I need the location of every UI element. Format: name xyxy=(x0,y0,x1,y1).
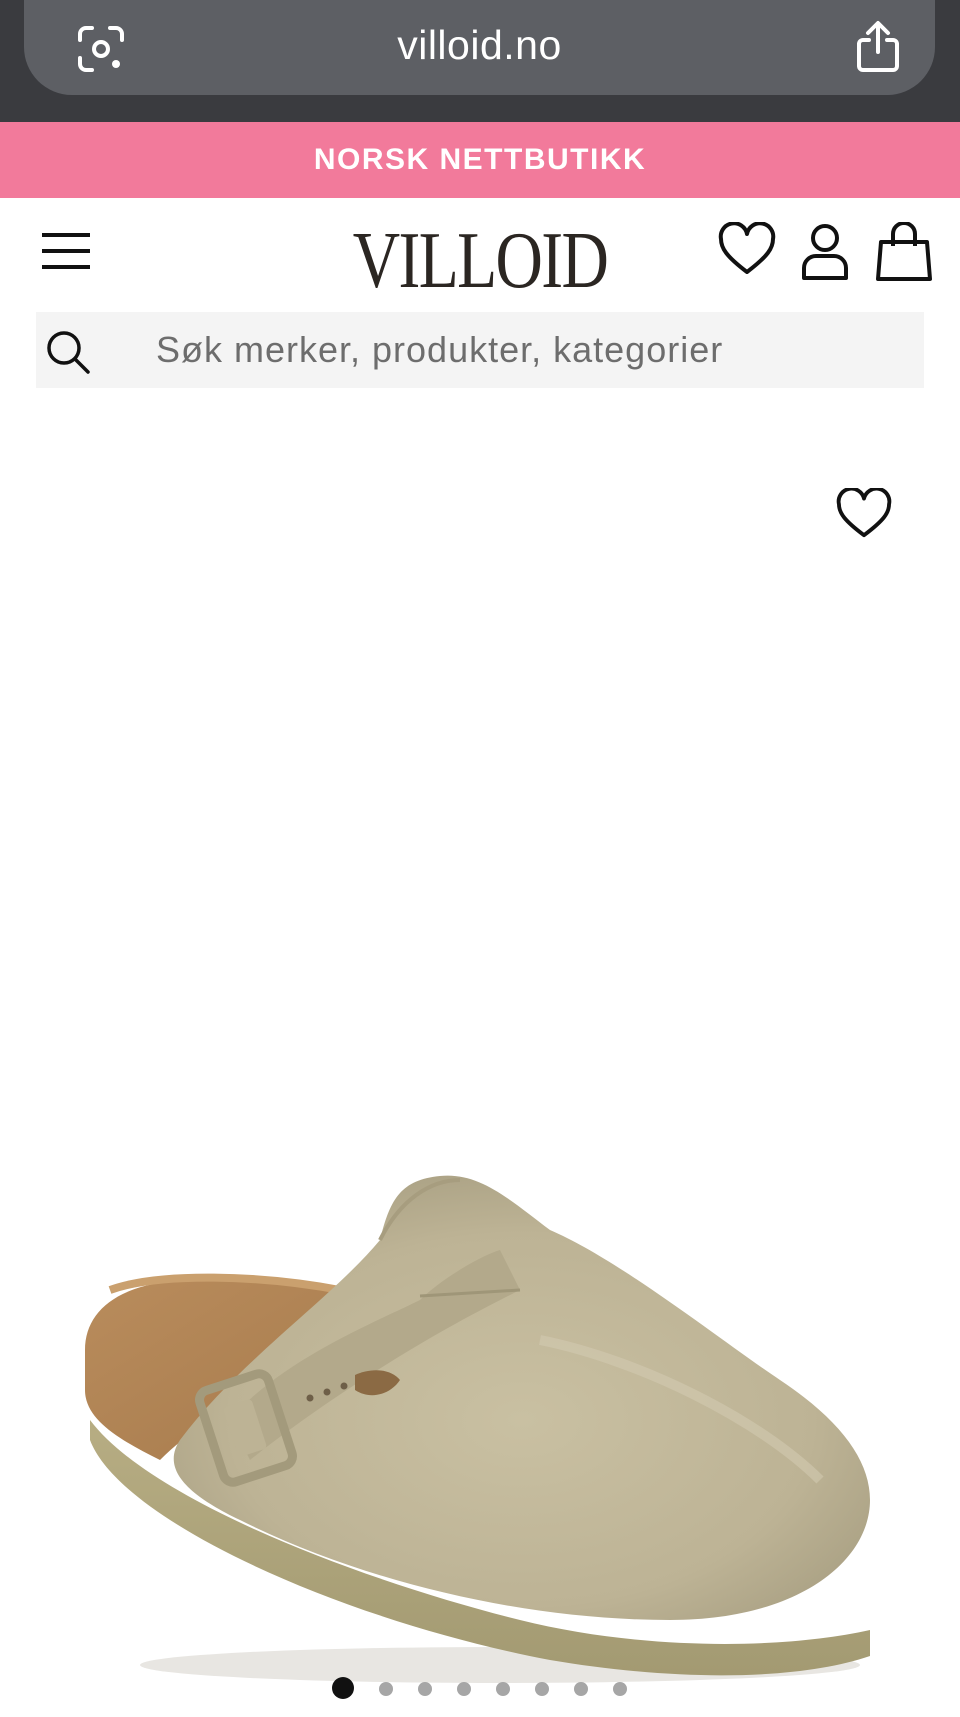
product-gallery[interactable] xyxy=(0,400,960,1683)
url-domain[interactable]: villoid.no xyxy=(24,22,935,69)
search-icon[interactable] xyxy=(44,328,92,376)
carousel-dot[interactable] xyxy=(535,1682,549,1696)
carousel-dot[interactable] xyxy=(496,1682,510,1696)
hamburger-icon[interactable] xyxy=(42,230,92,272)
browser-toolbar: villoid.no xyxy=(0,0,960,122)
carousel-dot[interactable] xyxy=(613,1682,627,1696)
address-bar[interactable]: villoid.no xyxy=(24,0,935,95)
share-icon[interactable] xyxy=(853,20,903,74)
carousel-dot[interactable] xyxy=(457,1682,471,1696)
carousel-dot[interactable] xyxy=(574,1682,588,1696)
user-icon[interactable] xyxy=(800,222,850,282)
carousel-dot[interactable] xyxy=(418,1682,432,1696)
search-input[interactable] xyxy=(120,312,910,388)
carousel-pagination xyxy=(0,1676,960,1700)
site-header: VILLOID xyxy=(0,198,960,308)
carousel-dot[interactable] xyxy=(379,1682,393,1696)
shopping-bag-icon[interactable] xyxy=(876,222,932,282)
carousel-dot[interactable] xyxy=(332,1677,354,1699)
search-bar xyxy=(36,312,924,388)
product-image[interactable] xyxy=(80,820,880,1690)
heart-icon[interactable] xyxy=(836,488,892,540)
promo-banner: NORSK NETTBUTIKK xyxy=(0,122,960,198)
heart-icon[interactable] xyxy=(718,222,776,278)
